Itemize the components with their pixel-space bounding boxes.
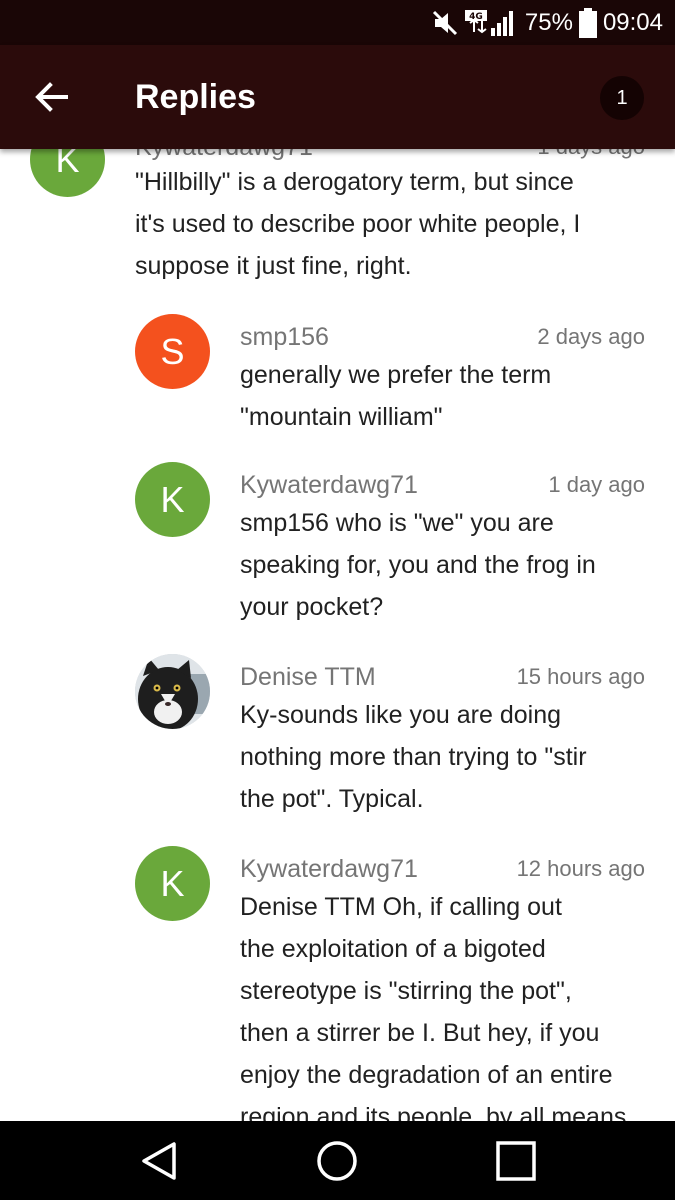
cat-photo-avatar bbox=[135, 654, 210, 729]
comment-text-line: Denise TTM Oh, if calling out bbox=[240, 893, 562, 921]
back-button[interactable] bbox=[30, 75, 74, 119]
signal-icon: 4G bbox=[464, 9, 513, 36]
reply-item: K Kywaterdawg71 1 day ago smp156 who is … bbox=[0, 462, 675, 622]
avatar[interactable] bbox=[135, 654, 210, 729]
comment-text-line: stereotype is "stirring the pot", bbox=[240, 977, 572, 1005]
comment-time: 1 days ago bbox=[537, 149, 645, 162]
nav-back-button[interactable] bbox=[138, 1139, 182, 1183]
clock: 09:04 bbox=[602, 8, 663, 36]
comment-text-line: nothing more than trying to "stir bbox=[240, 743, 587, 771]
status-bar: 4G 75% 09:04 bbox=[0, 0, 675, 45]
nav-recents-button[interactable] bbox=[494, 1139, 538, 1183]
comment-text-line: it's used to describe poor white people,… bbox=[135, 210, 581, 238]
recents-square-icon bbox=[496, 1141, 536, 1181]
comment-text-line: smp156 who is "we" you are bbox=[240, 509, 554, 537]
comment-text-line: enjoy the degradation of an entire bbox=[240, 1061, 613, 1089]
comment-text-line: then a stirrer be I. But hey, if you bbox=[240, 1019, 600, 1047]
comment-author[interactable]: Kywaterdawg71 bbox=[240, 470, 418, 500]
comment-text-line: "Hillbilly" is a derogatory term, but si… bbox=[135, 168, 574, 196]
home-circle-icon bbox=[317, 1141, 357, 1181]
comment-text-line: your pocket? bbox=[240, 593, 384, 621]
count-badge[interactable]: 1 bbox=[600, 76, 644, 120]
battery-percent: 75% bbox=[524, 8, 573, 36]
avatar[interactable]: S bbox=[135, 314, 210, 389]
comment-text-line: the exploitation of a bigoted bbox=[240, 935, 546, 963]
comment-text-line: the pot". Typical. bbox=[240, 785, 424, 813]
arrow-left-icon bbox=[35, 82, 68, 112]
app-bar: Replies 1 bbox=[0, 45, 675, 149]
avatar[interactable]: K bbox=[30, 149, 105, 197]
comment-text-line: "mountain william" bbox=[240, 403, 443, 431]
comment-time: 1 day ago bbox=[548, 472, 645, 497]
comment-time: 12 hours ago bbox=[516, 856, 645, 881]
avatar[interactable]: K bbox=[135, 846, 210, 921]
comment-time: 2 days ago bbox=[537, 324, 645, 349]
reply-item: S smp156 2 days ago generally we prefer … bbox=[0, 314, 675, 434]
comment-time: 15 hours ago bbox=[516, 664, 645, 689]
comment-text-line: region and its people, by all means bbox=[240, 1103, 627, 1121]
avatar[interactable]: K bbox=[135, 462, 210, 537]
comment-author[interactable]: Denise TTM bbox=[240, 662, 376, 692]
comment-author[interactable]: smp156 bbox=[240, 322, 329, 352]
comment-item: K Kywaterdawg71 1 days ago "Hillbilly" i… bbox=[0, 149, 675, 289]
reply-item: Denise TTM 15 hours ago Ky-sounds like y… bbox=[0, 654, 675, 814]
battery-icon bbox=[578, 7, 597, 38]
comment-author[interactable]: Kywaterdawg71 bbox=[135, 149, 313, 162]
back-triangle-icon bbox=[142, 1142, 176, 1180]
mute-icon bbox=[432, 10, 457, 35]
nav-home-button[interactable] bbox=[315, 1139, 359, 1183]
comment-text-line: generally we prefer the term bbox=[240, 361, 552, 389]
page-title: Replies bbox=[135, 78, 256, 116]
comment-text-line: speaking for, you and the frog in bbox=[240, 551, 596, 579]
system-nav-bar bbox=[0, 1121, 675, 1200]
comment-text-line: suppose it just fine, right. bbox=[135, 252, 412, 280]
reply-item: K Kywaterdawg71 12 hours ago Denise TTM … bbox=[0, 846, 675, 1121]
replies-list[interactable]: K Kywaterdawg71 1 days ago "Hillbilly" i… bbox=[0, 149, 675, 1121]
comment-text-line: Ky-sounds like you are doing bbox=[240, 701, 562, 729]
comment-author[interactable]: Kywaterdawg71 bbox=[240, 854, 418, 884]
